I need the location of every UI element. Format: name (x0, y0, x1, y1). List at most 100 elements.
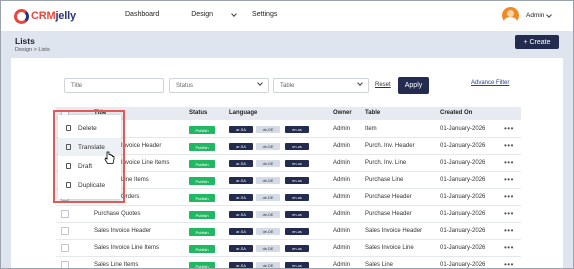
col-language[interactable]: Language (229, 110, 257, 116)
table-row[interactable]: Sales Invoice Line Items Publish ar-SA de-D… (56, 240, 521, 257)
row-owner: Admin (333, 160, 351, 166)
language-badge[interactable]: de-DE (256, 245, 280, 252)
status-badge: Publish (189, 143, 215, 151)
language-badge[interactable]: ar-SA (229, 177, 253, 184)
language-badge[interactable]: ar-SA (229, 262, 253, 268)
language-badge[interactable]: ar-SA (229, 160, 253, 167)
row-checkbox[interactable] (61, 227, 69, 235)
language-badge[interactable]: de-DE (256, 126, 280, 133)
language-badge[interactable]: en-us (285, 126, 309, 133)
more-actions-icon[interactable]: ••• (504, 209, 514, 218)
col-created-on[interactable]: Created On (440, 110, 472, 116)
apply-button[interactable]: Apply (398, 77, 429, 94)
app-window: CRMjelly Dashboard Design Settings Admin… (0, 0, 574, 269)
row-created-on: 01-January-2026 (440, 194, 486, 200)
more-actions-icon[interactable]: ••• (504, 260, 514, 268)
table-row[interactable]: Purchase Invoice Line Items Publish ar-SA d… (56, 155, 521, 172)
language-badge[interactable]: en-us (285, 160, 309, 167)
row-title[interactable]: Sales Line Items (94, 262, 138, 268)
language-badge[interactable]: en-us (285, 177, 309, 184)
reset-link[interactable]: Reset (375, 82, 391, 88)
language-badge[interactable]: de-DE (256, 262, 280, 268)
status-badge: Publish (189, 211, 215, 219)
more-actions-icon[interactable]: ••• (504, 141, 514, 150)
title-filter-input[interactable]: Title (64, 78, 164, 93)
logo-c-icon (14, 8, 29, 24)
more-actions-icon[interactable]: ••• (504, 243, 514, 252)
row-checkbox[interactable] (61, 261, 69, 268)
more-actions-icon[interactable]: ••• (504, 124, 514, 133)
row-created-on: 01-January-2026 (440, 262, 486, 268)
language-badge[interactable]: de-DE (256, 194, 280, 201)
language-badge[interactable]: ar-SA (229, 228, 253, 235)
row-checkbox[interactable] (61, 244, 69, 252)
row-owner: Admin (333, 194, 351, 200)
row-table: Purch. Inv. Line (365, 160, 407, 166)
status-badge: Publish (189, 228, 215, 236)
language-badge[interactable]: de-DE (256, 228, 280, 235)
row-created-on: 01-January-2026 (440, 211, 486, 217)
language-badge[interactable]: ar-SA (229, 245, 253, 252)
chevron-down-icon (231, 10, 237, 17)
hand-cursor-icon (104, 151, 115, 164)
table-filter-select[interactable]: Table (273, 78, 369, 93)
more-actions-icon[interactable]: ••• (504, 192, 514, 201)
top-navbar: CRMjelly Dashboard Design Settings Admin (1, 1, 573, 31)
table-row[interactable]: Purchase OrdersPublishar-SAde-DEen-usAdm… (56, 189, 521, 206)
col-owner[interactable]: Owner (333, 110, 352, 116)
row-title[interactable]: Purchase Quotes (94, 211, 140, 217)
breadcrumb: Design > Lists (15, 47, 50, 53)
status-filter-select[interactable]: Status (169, 78, 269, 93)
table-row[interactable]: Sales Line Items Publish ar-SA de-DE en-us Ad… (56, 257, 521, 268)
language-badge[interactable]: en-us (285, 262, 309, 268)
breadcrumb-design[interactable]: Design (15, 47, 32, 53)
more-actions-icon[interactable]: ••• (504, 226, 514, 235)
row-table: Sales Invoice Header (365, 228, 423, 234)
row-table: Item (365, 126, 377, 132)
table-row[interactable]: ItemPublishar-SAde-DEen-usAdminItem01-Ja… (56, 121, 521, 138)
language-badge[interactable]: ar-SA (229, 194, 253, 201)
more-actions-icon[interactable]: ••• (504, 175, 514, 184)
language-badge[interactable]: en-us (285, 211, 309, 218)
row-table: Sales Invoice Line (365, 245, 414, 251)
language-badge[interactable]: en-us (285, 228, 309, 235)
row-table: Purch. Inv. Header (365, 143, 415, 149)
status-badge: Publish (189, 194, 215, 202)
table-row[interactable]: Purchase Line Items Publish ar-SA de-DE en-u… (56, 172, 521, 189)
crmjelly-logo[interactable]: CRMjelly (14, 8, 76, 24)
user-name: Admin (526, 12, 545, 19)
language-badge[interactable]: de-DE (256, 143, 280, 150)
row-owner: Admin (333, 177, 351, 183)
table-row[interactable]: Purchase Invoice Header Publish ar-SA de-DE… (56, 138, 521, 155)
language-badge[interactable]: de-DE (256, 211, 280, 218)
nav-dashboard[interactable]: Dashboard (125, 11, 175, 18)
table-header: Title Status Language Owner Table Create… (56, 107, 521, 120)
user-menu[interactable]: Admin (526, 11, 553, 19)
language-badge[interactable]: de-DE (256, 160, 280, 167)
language-badge[interactable]: ar-SA (229, 143, 253, 150)
table-row[interactable]: Purchase Quotes Publish ar-SA de-DE en-us Adm… (56, 206, 521, 223)
advance-filter-link[interactable]: Advance Filter (471, 80, 509, 86)
row-title[interactable]: Sales Invoice Line Items (94, 245, 159, 251)
row-owner: Admin (333, 143, 351, 149)
language-badge[interactable]: en-us (285, 245, 309, 252)
language-badge[interactable]: ar-SA (229, 126, 253, 133)
row-table: Purchase Line (365, 177, 404, 183)
status-badge: Publish (189, 160, 215, 168)
breadcrumb-lists: Lists (38, 47, 50, 53)
col-status[interactable]: Status (189, 110, 207, 116)
row-owner: Admin (333, 211, 351, 217)
user-avatar[interactable] (502, 7, 519, 24)
language-badge[interactable]: de-DE (256, 177, 280, 184)
language-badge[interactable]: en-us (285, 143, 309, 150)
table-row[interactable]: Sales Invoice Header Publish ar-SA de-DE en-… (56, 223, 521, 240)
create-button[interactable]: + Create (515, 35, 559, 49)
row-title[interactable]: Sales Invoice Header (94, 228, 151, 234)
row-checkbox[interactable] (61, 210, 69, 218)
language-badge[interactable]: en-us (285, 194, 309, 201)
col-table[interactable]: Table (365, 110, 380, 116)
more-actions-icon[interactable]: ••• (504, 158, 514, 167)
nav-settings[interactable]: Settings (252, 11, 293, 18)
nav-design[interactable]: Design (191, 10, 237, 18)
language-badge[interactable]: ar-SA (229, 211, 253, 218)
